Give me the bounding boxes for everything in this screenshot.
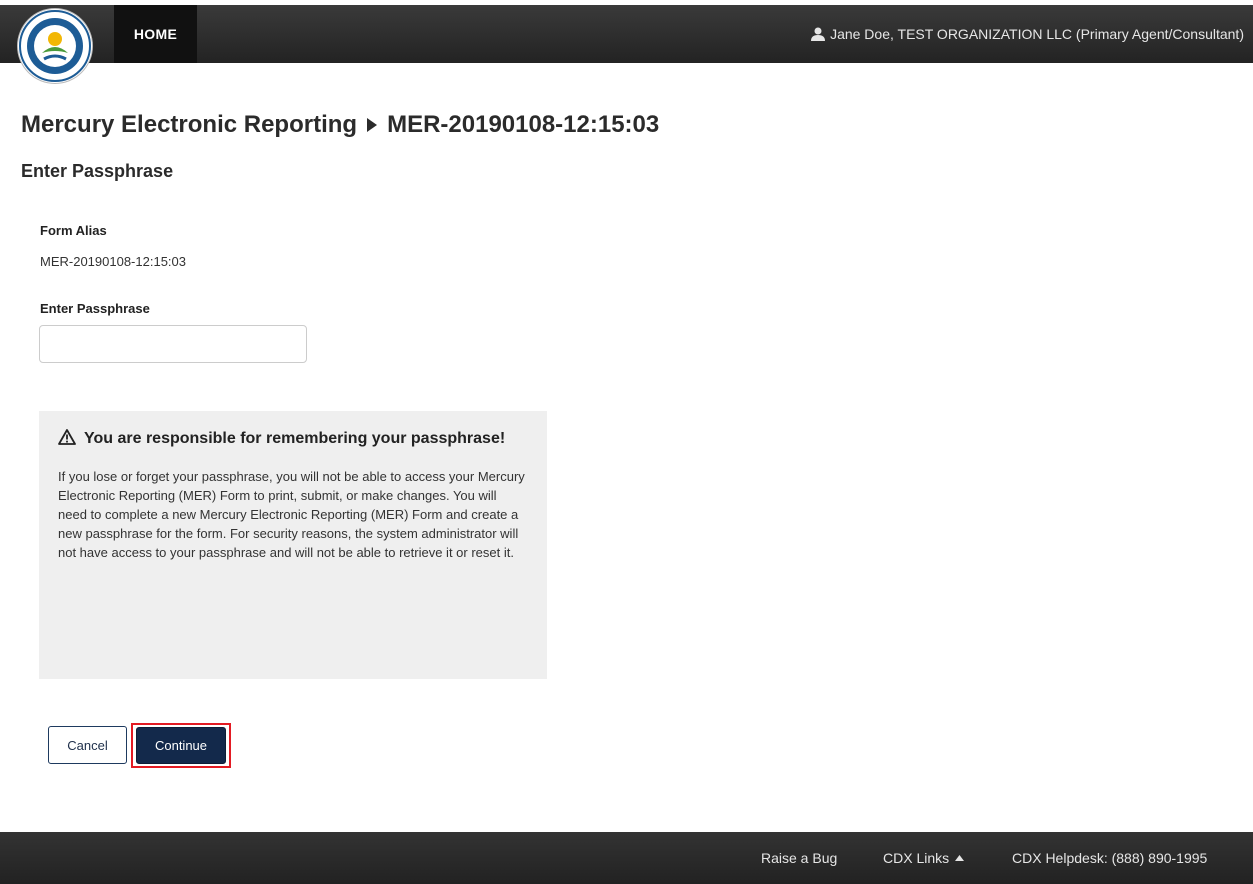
warning-triangle-icon	[58, 429, 76, 451]
user-icon	[811, 27, 826, 41]
breadcrumb-current: MER-20190108-12:15:03	[387, 111, 660, 138]
cdx-links-label: CDX Links	[883, 850, 950, 866]
breadcrumb-caret-right-icon	[366, 117, 378, 133]
form-alias-label: Form Alias	[40, 223, 107, 238]
caret-up-icon	[955, 855, 965, 861]
cancel-button[interactable]: Cancel	[48, 726, 127, 764]
continue-button[interactable]: Continue	[136, 727, 226, 764]
footer-bar: Raise a Bug CDX Links CDX Helpdesk: (888…	[0, 832, 1253, 884]
user-name-label: Jane Doe, TEST ORGANIZATION LLC (Primary…	[830, 26, 1244, 42]
passphrase-warning-box: You are responsible for remembering your…	[39, 411, 547, 679]
warning-title-text: You are responsible for remembering your…	[84, 430, 506, 447]
page-subtitle: Enter Passphrase	[21, 161, 174, 181]
breadcrumb-root: Mercury Electronic Reporting	[21, 111, 358, 138]
epa-seal-logo[interactable]	[18, 9, 92, 83]
page-title: Mercury Electronic Reporting MER-2019010…	[21, 111, 659, 139]
cdx-links-dropdown[interactable]: CDX Links	[883, 832, 965, 884]
passphrase-input[interactable]	[39, 325, 307, 363]
cdx-helpdesk-info: CDX Helpdesk: (888) 890-1995	[1012, 850, 1208, 866]
warning-body: If you lose or forget your passphrase, y…	[58, 469, 525, 560]
passphrase-label: Enter Passphrase	[40, 301, 150, 316]
home-nav-tab[interactable]: HOME	[114, 5, 197, 63]
warning-title: You are responsible for remembering your…	[58, 429, 527, 451]
raise-bug-link[interactable]: Raise a Bug	[761, 832, 837, 884]
user-account-info[interactable]: Jane Doe, TEST ORGANIZATION LLC (Primary…	[811, 5, 1244, 63]
top-navbar: HOME Jane Doe, TEST ORGANIZATION LLC (Pr…	[0, 5, 1253, 83]
form-alias-value: MER-20190108-12:15:03	[40, 254, 186, 269]
